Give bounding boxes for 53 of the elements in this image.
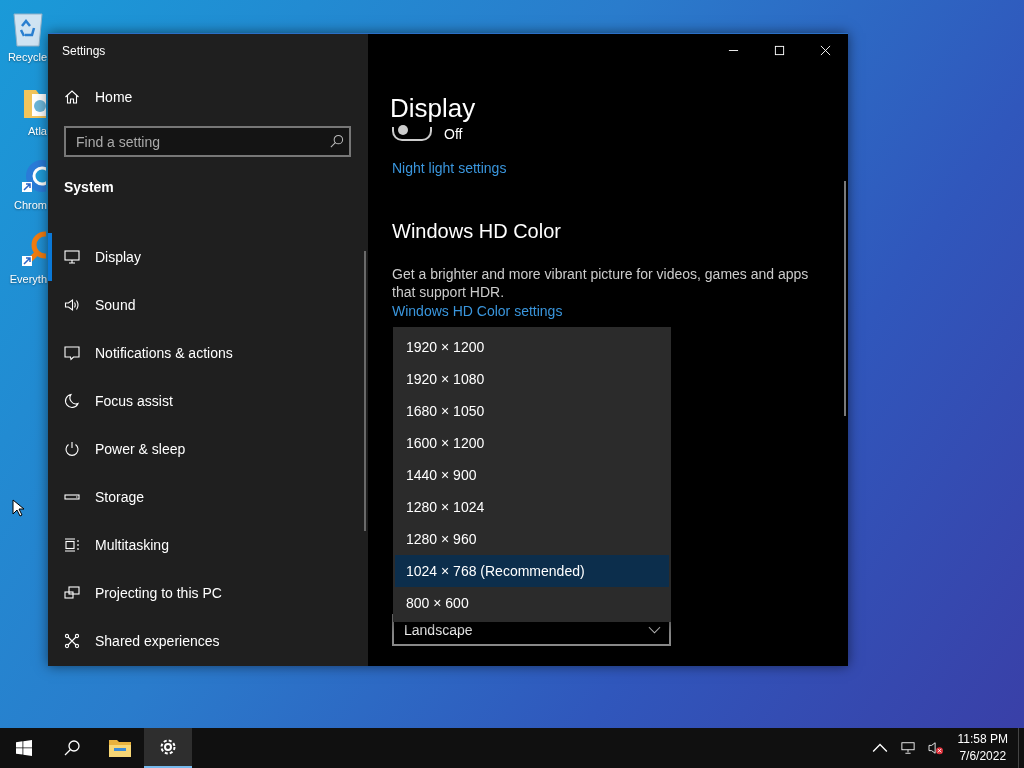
menu-option[interactable]: 1280 × 1024 [395, 491, 669, 523]
search-icon [329, 134, 344, 149]
search-field[interactable]: Find a setting [64, 126, 351, 157]
toggle-switch[interactable] [392, 127, 432, 141]
toggle-state-label: Off [444, 126, 463, 142]
nav-item[interactable]: Storage [48, 473, 368, 521]
multitasking-icon [64, 537, 80, 553]
menu-option[interactable]: 1920 × 1200 [395, 331, 669, 363]
chevron-up-icon[interactable] [871, 741, 888, 755]
home-nav-item[interactable]: Home [48, 89, 133, 105]
cursor-icon [12, 499, 24, 517]
menu-option[interactable]: 1600 × 1200 [395, 427, 669, 459]
network-icon[interactable] [899, 741, 916, 755]
menu-option[interactable]: 1024 × 768 (Recommended) [395, 555, 669, 587]
page-title: Display [390, 92, 477, 124]
folder-icon [109, 738, 131, 758]
chevron-down-icon [648, 626, 661, 634]
menu-option[interactable]: 1680 × 1050 [395, 395, 669, 427]
search-icon [64, 740, 80, 756]
section-heading: Windows HD Color [392, 220, 562, 243]
hd-color-settings-link[interactable]: Windows HD Color settings [392, 303, 563, 319]
speaker-icon [64, 297, 80, 313]
nav-item[interactable]: Focus assist [48, 377, 368, 425]
clock-time[interactable]: 11:58 PM [957, 731, 1008, 748]
nav-item[interactable]: Projecting to this PC [48, 569, 368, 617]
scrollbar-thumb[interactable] [364, 251, 366, 531]
close-icon [819, 44, 831, 56]
nav-item[interactable]: Power & sleep [48, 425, 368, 473]
home-icon [64, 89, 80, 105]
power-icon [64, 441, 80, 457]
menu-option[interactable]: 1920 × 1080 [395, 363, 669, 395]
scrollbar-thumb[interactable] [844, 181, 846, 416]
desktop-icon-label[interactable]: Everyth [9, 273, 47, 285]
nav-item[interactable]: Notifications & actions [48, 329, 368, 377]
nav-item[interactable]: Sound [48, 281, 368, 329]
moon-icon [64, 393, 80, 409]
settings-taskbar-button[interactable] [144, 728, 192, 768]
nav-item[interactable]: Shared experiences [48, 617, 368, 665]
volume-muted-icon[interactable] [927, 741, 944, 755]
window-title: Settings [61, 43, 107, 60]
night-light-settings-link[interactable]: Night light settings [392, 160, 507, 176]
menu-option[interactable]: 1440 × 900 [395, 459, 669, 491]
network-nodes-icon [64, 633, 80, 649]
message-icon [64, 345, 80, 361]
monitor-icon [64, 249, 80, 265]
screens-icon [64, 585, 80, 601]
clock-date[interactable]: 7/6/2022 [959, 748, 1007, 765]
menu-option[interactable]: 1280 × 960 [395, 523, 669, 555]
windows-logo-icon [16, 740, 32, 756]
description-text: Get a brighter and more vibrant picture for videos, games and apps that support HDR. [392, 265, 810, 301]
nav-item[interactable]: Multitasking [48, 521, 368, 569]
section-heading: System [64, 179, 115, 195]
maximize-icon [773, 44, 785, 56]
